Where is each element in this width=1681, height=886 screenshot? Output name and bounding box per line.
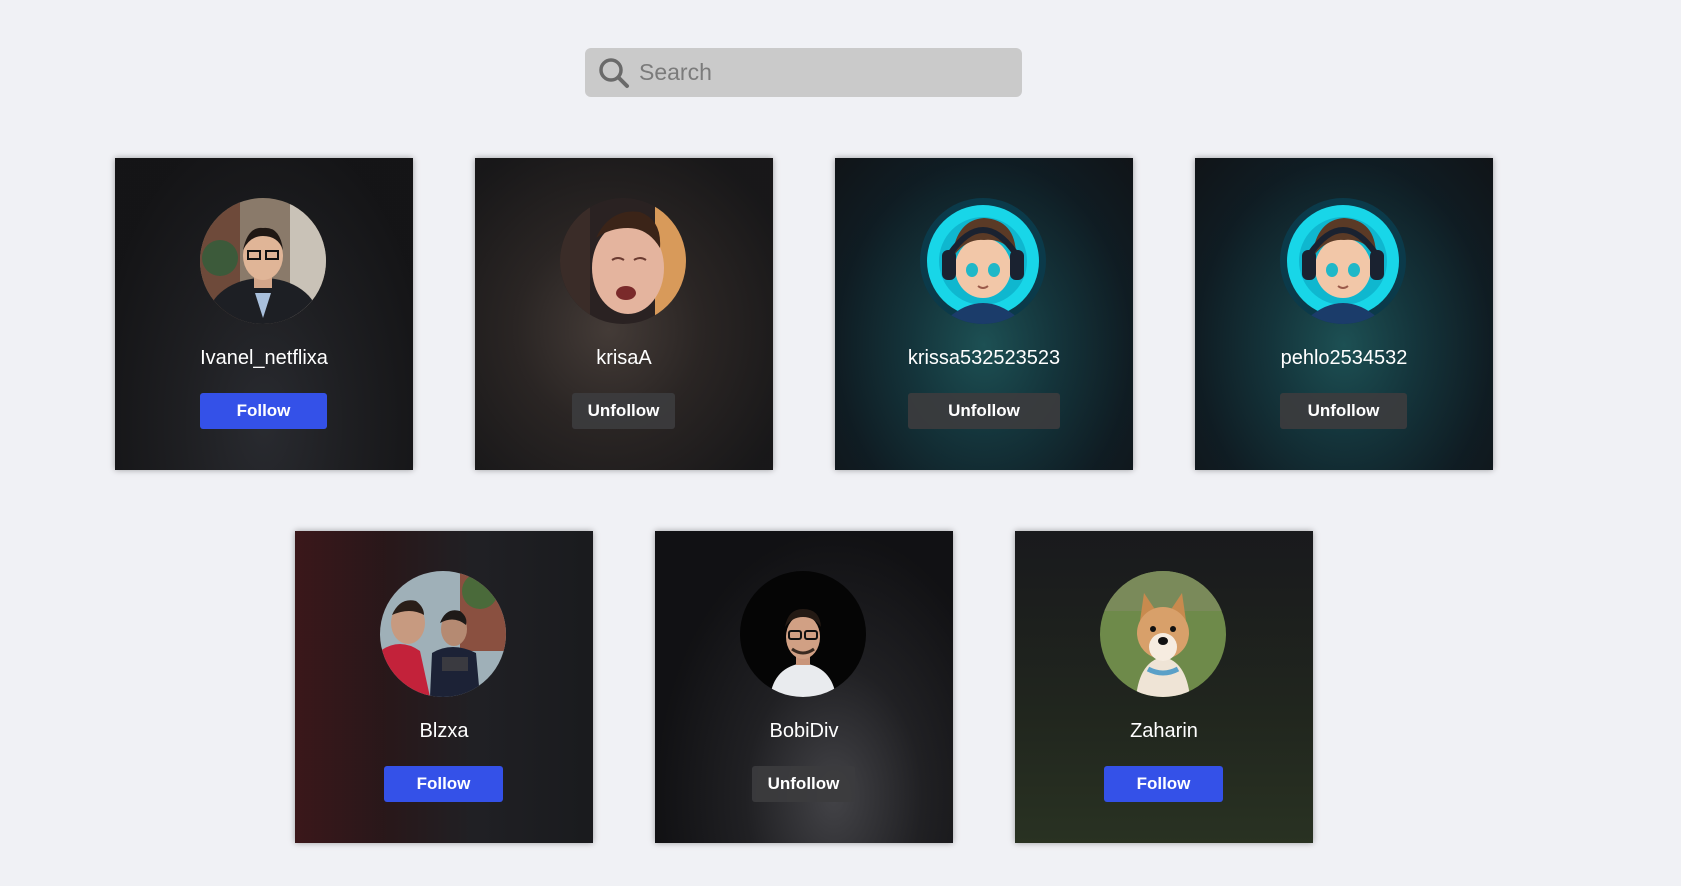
- unfollow-button[interactable]: Unfollow: [572, 393, 675, 429]
- user-card: BobiDiv Unfollow: [655, 531, 953, 843]
- avatar[interactable]: [920, 198, 1046, 324]
- username: Zaharin: [1130, 720, 1198, 742]
- avatar[interactable]: [1280, 198, 1406, 324]
- avatar[interactable]: [200, 198, 326, 324]
- user-card: Zaharin Follow: [1015, 531, 1313, 843]
- user-card: krisaA Unfollow: [475, 158, 773, 470]
- avatar[interactable]: [740, 571, 866, 697]
- username: Blzxa: [419, 720, 469, 742]
- follow-button[interactable]: Follow: [1104, 766, 1223, 802]
- user-card: Ivanel_netflixa Follow: [115, 158, 413, 470]
- user-card: pehlo2534532 Unfollow: [1195, 158, 1493, 470]
- follow-button[interactable]: Follow: [200, 393, 327, 429]
- user-grid-page: Ivanel_netflixa Follow krisaA Unfollow: [0, 0, 1681, 886]
- unfollow-button[interactable]: Unfollow: [908, 393, 1060, 429]
- search-bar[interactable]: [585, 48, 1022, 97]
- username: pehlo2534532: [1280, 347, 1408, 369]
- user-card: Blzxa Follow: [295, 531, 593, 843]
- avatar[interactable]: [1100, 571, 1226, 697]
- search-input[interactable]: [639, 59, 999, 86]
- avatar[interactable]: [560, 198, 686, 324]
- avatar[interactable]: [380, 571, 506, 697]
- follow-button[interactable]: Follow: [384, 766, 503, 802]
- user-card: krissa532523523 Unfollow: [835, 158, 1133, 470]
- search-icon: [597, 56, 631, 90]
- username: BobiDiv: [769, 720, 839, 742]
- username: krissa532523523: [907, 347, 1061, 369]
- username: krisaA: [596, 347, 652, 369]
- unfollow-button[interactable]: Unfollow: [752, 766, 855, 802]
- unfollow-button[interactable]: Unfollow: [1280, 393, 1407, 429]
- username: Ivanel_netflixa: [200, 347, 328, 369]
